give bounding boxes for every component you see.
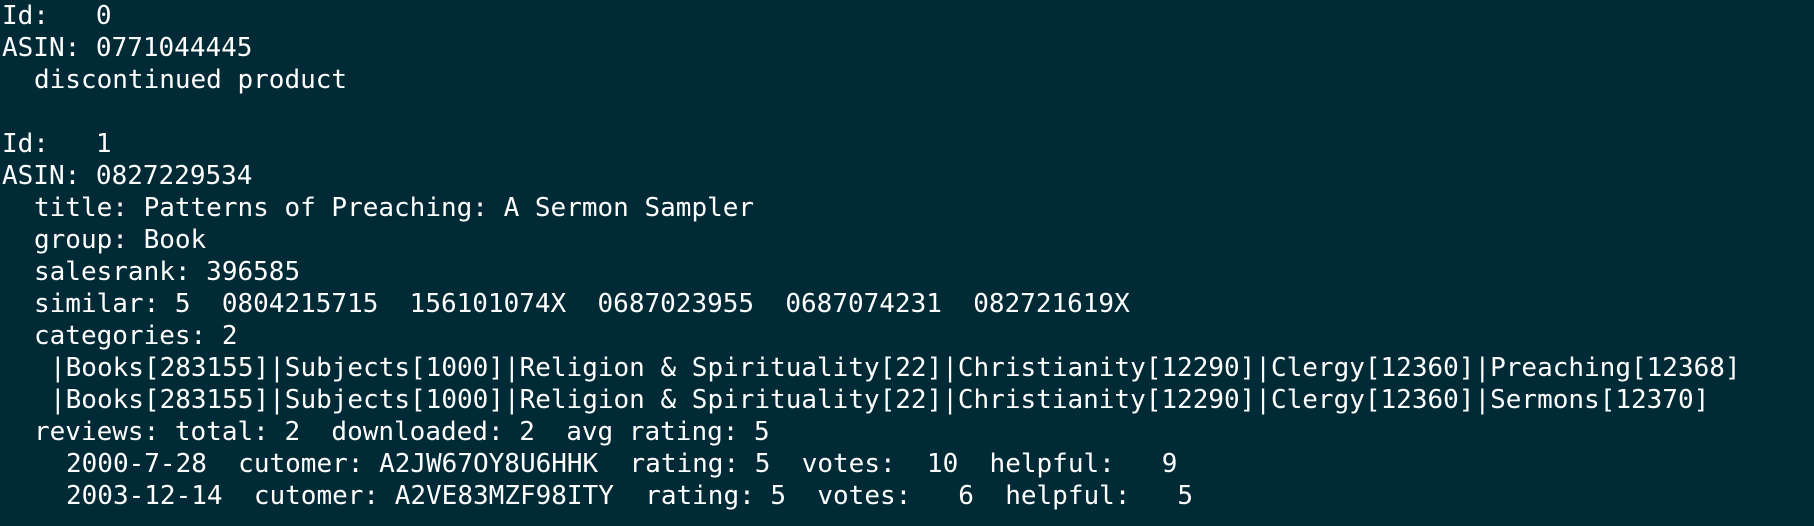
category-path-line: |Books[283155]|Subjects[1000]|Religion &… bbox=[50, 385, 1710, 415]
terminal-output[interactable]: Id: 0 ASIN: 0771044445 discontinued prod… bbox=[2, 0, 1812, 526]
asin-line: ASIN: 0771044445 bbox=[2, 33, 253, 63]
group-line: group: Book bbox=[34, 225, 207, 255]
reviews-line: reviews: total: 2 downloaded: 2 avg rati… bbox=[34, 417, 770, 447]
id-line: Id: 0 bbox=[2, 1, 112, 31]
review-line: 2003-12-14 cutomer: A2VE83MZF98ITY ratin… bbox=[66, 481, 1194, 511]
status-line: discontinued product bbox=[34, 65, 348, 95]
title-line: title: Patterns of Preaching: A Sermon S… bbox=[34, 193, 755, 223]
asin-line: ASIN: 0827229534 bbox=[2, 161, 253, 191]
similar-line: similar: 5 0804215715 156101074X 0687023… bbox=[34, 289, 1130, 319]
category-path-line: |Books[283155]|Subjects[1000]|Religion &… bbox=[50, 353, 1741, 383]
categories-line: categories: 2 bbox=[34, 321, 238, 351]
salesrank-line: salesrank: 396585 bbox=[34, 257, 301, 287]
id-line: Id: 1 bbox=[2, 129, 112, 159]
review-line: 2000-7-28 cutomer: A2JW67OY8U6HHK rating… bbox=[66, 449, 1178, 479]
